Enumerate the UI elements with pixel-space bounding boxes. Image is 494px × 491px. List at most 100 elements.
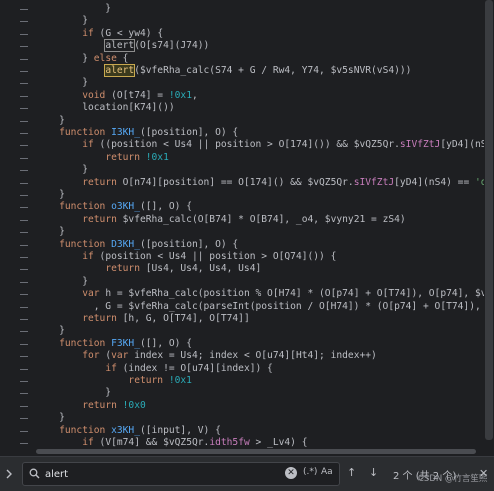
code-token: (V[m74] && $vQZ5Qr. (93, 437, 210, 448)
code-token: [h, G, O[T74], O[T74]] (116, 313, 250, 324)
code-token: return (128, 375, 164, 386)
gutter-marker (20, 182, 28, 184)
gutter-marker (20, 232, 28, 234)
search-box[interactable]: ✕ (.*) Aa (22, 462, 340, 486)
close-find-button[interactable]: ✕ (479, 467, 488, 480)
gutter-marker (20, 95, 28, 97)
search-input[interactable] (45, 466, 265, 482)
code-token: sIVfZtJ (353, 176, 395, 188)
code-token: } (36, 189, 65, 200)
code-token: void (82, 89, 106, 101)
code-token: { (116, 52, 129, 64)
code-token: , G = $vfeRha_calc(parseInt(position / O… (36, 300, 494, 312)
code-token: ( (99, 350, 112, 362)
gutter-marker (20, 244, 28, 246)
code-token: sIVfZtJ (399, 139, 441, 151)
code-token: (index != O[u74][index]) { (116, 362, 273, 374)
code-token: return (82, 399, 117, 411)
code-token: h = $vfeRha_calc(position % O[H74] * (O[… (99, 288, 494, 300)
code-token: if (82, 251, 94, 262)
gutter-marker (20, 294, 28, 296)
code-line[interactable]: return O[n74][position] == O[174]() && $… (36, 176, 494, 190)
horizontal-scrollbar[interactable] (36, 448, 484, 455)
code-token: } (36, 15, 88, 27)
find-bar: ✕ (.*) Aa ↑ ↓ 2 个 (共 2 个) CSDN @竹言笙熙 ✕ (0, 456, 494, 491)
vertical-scrollbar[interactable] (484, 0, 494, 456)
code-line[interactable]: return $vfeRha_calc(O[B74] * O[B74], _o4… (36, 213, 405, 227)
gutter-marker (20, 133, 28, 134)
chevron-right-icon[interactable] (4, 468, 14, 480)
code-token: ([], O) { (140, 337, 192, 349)
code-token: x3KH_ (111, 424, 140, 436)
code-token: else (93, 52, 117, 64)
code-token: F3KH_ (111, 337, 140, 349)
code-line[interactable]: return [h, G, O[T74], O[T74]] (36, 312, 250, 326)
gutter-marker (20, 381, 28, 382)
code-token: if (82, 27, 94, 39)
code-token: index = Us4; index < O[u74][Ht4]; index+… (128, 350, 377, 362)
gutter-marker (20, 319, 28, 320)
horizontal-scrollbar-thumb[interactable] (36, 449, 476, 454)
gutter-marker (20, 331, 28, 333)
code-token: idth5fw (209, 437, 250, 448)
code-token: (O[s74](J74)) (134, 40, 210, 52)
gutter-marker (20, 418, 28, 420)
gutter-marker (20, 306, 28, 308)
code-token: > _Lv4) { (249, 437, 308, 448)
gutter-marker (20, 257, 28, 258)
code-editor[interactable]: } } if (G < yw4) { alert(O[s74](J74)) } … (0, 0, 494, 456)
previous-match-button[interactable]: ↑ (347, 466, 356, 479)
code-token: function (59, 337, 106, 349)
clear-icon[interactable]: ✕ (285, 467, 297, 479)
code-token: return (82, 213, 117, 225)
gutter-marker (20, 58, 28, 60)
code-token: (position < Us4 || position > O[Q74]()) … (93, 251, 337, 262)
regex-toggle-button[interactable]: (.*) (303, 467, 317, 477)
gutter-marker (20, 356, 28, 358)
gutter-marker (20, 120, 28, 122)
code-line[interactable]: alert($vfeRha_calc(S74 + G / Rw4, Y74, $… (36, 64, 411, 78)
code-area[interactable]: } } if (G < yw4) { alert(O[s74](J74)) } … (36, 0, 494, 456)
gutter-marker (20, 195, 28, 196)
gutter-marker (20, 83, 28, 85)
code-token: if (105, 362, 117, 374)
vertical-scrollbar-thumb[interactable] (485, 0, 493, 440)
code-token: function (59, 424, 106, 436)
gutter-marker (20, 281, 28, 283)
code-token: } (36, 412, 65, 424)
code-token: o3KH_ (111, 201, 140, 213)
code-token: if (82, 139, 94, 151)
code-token: ((position < Us4 || position > O[174]())… (93, 139, 400, 151)
code-token: ([], O) { (140, 201, 192, 213)
gutter-marker (20, 393, 28, 395)
watermark: CSDN @竹言笙熙 (418, 474, 488, 484)
next-match-button[interactable]: ↓ (369, 466, 378, 479)
code-token: ([position], O) { (140, 238, 239, 250)
code-token: !0x1 (168, 89, 192, 101)
gutter-marker (20, 207, 28, 209)
code-token: , (191, 89, 198, 101)
code-token: if (82, 437, 94, 448)
code-token: var (111, 350, 129, 362)
code-token: [Us4, Us4, Us4, Us4] (139, 263, 262, 275)
code-token: return (82, 176, 117, 188)
gutter-marker (20, 368, 28, 370)
match-case-button[interactable]: Aa (321, 467, 333, 477)
code-token: } (36, 3, 112, 14)
